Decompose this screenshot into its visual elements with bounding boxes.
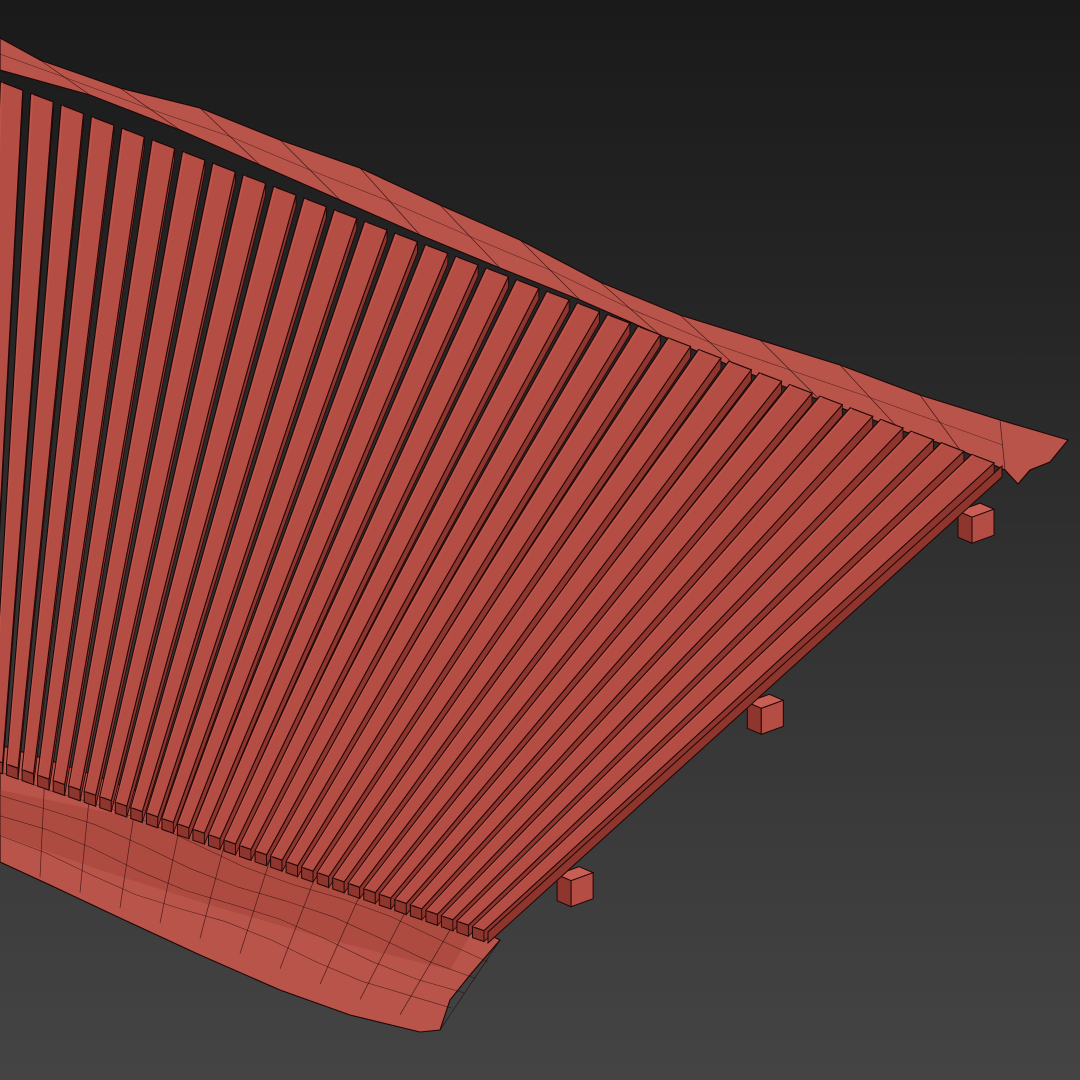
deck-scene xyxy=(0,37,1069,1033)
beam-side xyxy=(556,873,572,908)
3d-viewport[interactable] xyxy=(0,0,1080,1080)
beam-side xyxy=(957,510,973,544)
beam-side xyxy=(746,701,762,736)
deck-planks xyxy=(0,80,1003,945)
